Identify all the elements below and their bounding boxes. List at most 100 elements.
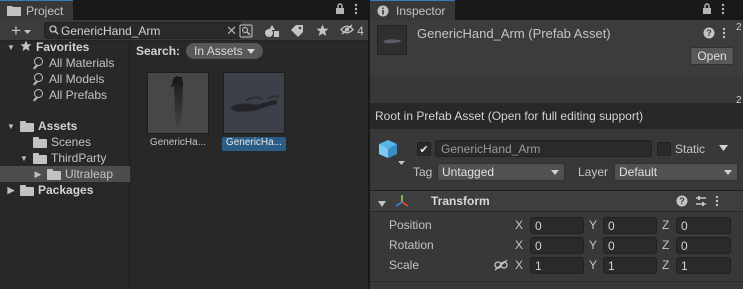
folder-icon — [33, 152, 47, 164]
gameobject-name-field[interactable]: GenericHand_Arm — [435, 140, 652, 157]
search-input[interactable]: GenericHand_Arm — [61, 24, 160, 38]
add-asset-button[interactable]: + — [4, 21, 38, 40]
tag-label: Tag — [413, 165, 433, 179]
tree-all-prefabs[interactable]: All Prefabs — [33, 87, 107, 103]
help-icon[interactable]: ? — [703, 27, 715, 42]
plus-icon: + — [11, 21, 21, 40]
tree-ultraleap-label: Ultraleap — [65, 167, 114, 181]
search-label: Search: — [136, 44, 181, 58]
tree-packages[interactable]: ▶ Packages — [6, 182, 94, 198]
y-axis-label: Y — [589, 258, 598, 272]
prefab-thumbnail — [377, 25, 407, 55]
open-prefab-button[interactable]: Open — [690, 47, 734, 65]
static-checkbox[interactable] — [657, 142, 671, 156]
kebab-menu-icon[interactable] — [715, 195, 719, 210]
project-folder-tree: ▼ Favorites All Materials All Models All… — [0, 39, 130, 289]
filter-by-label-button[interactable] — [287, 21, 307, 40]
tree-all-prefabs-label: All Prefabs — [49, 88, 108, 102]
search-icon — [33, 73, 45, 85]
collapsed-arrow-icon[interactable]: ▶ — [6, 185, 16, 196]
lock-icon[interactable] — [335, 3, 345, 18]
tree-assets-label: Assets — [38, 119, 78, 133]
gameobject-cube-icon[interactable] — [376, 138, 406, 171]
collapsed-arrow-icon[interactable]: ▶ — [33, 169, 43, 180]
tag-value: Untagged — [442, 165, 495, 179]
tree-all-materials[interactable]: All Materials — [33, 55, 114, 71]
inspector-title: GenericHand_Arm (Prefab Asset) — [417, 26, 611, 41]
lock-icon[interactable] — [702, 3, 712, 18]
folder-icon — [7, 5, 21, 16]
folder-icon — [20, 184, 34, 196]
asset-browser: Search: In Assets GenericHa... GenericHa… — [131, 41, 368, 289]
y-axis-label: Y — [589, 218, 598, 232]
search-scope-dropdown[interactable]: In Assets — [186, 43, 263, 59]
scale-row: Scale X 1 Y 1 Z 1 — [370, 256, 743, 276]
tree-scenes[interactable]: Scenes — [33, 134, 91, 150]
search-field[interactable]: GenericHand_Arm ✕ — [44, 22, 242, 39]
tree-scenes-label: Scenes — [51, 135, 92, 149]
layer-value: Default — [619, 165, 658, 179]
rotation-label: Rotation — [389, 238, 434, 252]
tab-inspector-label: Inspector — [396, 3, 446, 18]
search-icon — [49, 24, 59, 38]
transform-component-header[interactable]: Transform ? — [370, 190, 743, 212]
project-window: Project + GenericHand_Arm ✕ 4 ▼ Favorite… — [0, 0, 368, 289]
expanded-arrow-icon[interactable] — [378, 196, 386, 210]
star-icon[interactable] — [312, 21, 332, 40]
asset-thumbnail[interactable] — [147, 72, 209, 134]
rotation-y-field[interactable]: 0 — [603, 237, 657, 254]
tree-favorites[interactable]: ▼ Favorites — [6, 39, 89, 55]
svg-text:?: ? — [706, 28, 712, 38]
tab-inspector[interactable]: Inspector — [370, 0, 456, 20]
asset-tile[interactable]: GenericHa... — [146, 72, 210, 151]
presets-icon[interactable] — [695, 195, 707, 210]
active-checkbox[interactable]: ✔ — [417, 142, 431, 156]
hidden-packages-button[interactable]: 4 — [338, 21, 366, 40]
filter-by-type-button[interactable] — [262, 21, 282, 40]
y-axis-label: Y — [589, 238, 598, 252]
edge-label: 2 — [736, 95, 742, 106]
tree-thirdparty[interactable]: ▼ ThirdParty — [19, 150, 106, 166]
tree-ultraleap[interactable]: ▶ Ultraleap — [0, 166, 130, 182]
static-label: Static — [675, 142, 706, 156]
layer-dropdown[interactable]: Default — [614, 163, 738, 181]
scale-z-field[interactable]: 1 — [676, 257, 731, 274]
kebab-menu-icon[interactable] — [722, 27, 726, 42]
prefab-root-note: Root in Prefab Asset (Open for full edit… — [370, 103, 743, 129]
position-y-field[interactable]: 0 — [603, 217, 657, 234]
tree-assets[interactable]: ▼ Assets — [6, 118, 77, 134]
position-x-field[interactable]: 0 — [530, 217, 584, 234]
scale-x-field[interactable]: 1 — [530, 257, 584, 274]
project-toolbar: + GenericHand_Arm ✕ 4 — [0, 20, 368, 41]
kebab-menu-icon[interactable] — [354, 3, 358, 18]
help-icon[interactable]: ? — [676, 195, 688, 210]
tab-project[interactable]: Project — [0, 0, 74, 20]
component-divider — [370, 281, 743, 282]
info-icon — [377, 5, 391, 17]
scale-y-field[interactable]: 1 — [603, 257, 657, 274]
rotation-row: Rotation X 0 Y 0 Z 0 — [370, 236, 743, 256]
chevron-down-icon — [246, 48, 255, 54]
inspector-body: Root in Prefab Asset (Open for full edit… — [370, 75, 743, 289]
asset-tile-selected[interactable]: GenericHa... — [222, 72, 286, 151]
position-label: Position — [389, 218, 432, 232]
expanded-arrow-icon[interactable]: ▼ — [6, 122, 16, 131]
expanded-arrow-icon[interactable]: ▼ — [6, 43, 16, 52]
rotation-z-field[interactable]: 0 — [676, 237, 731, 254]
tree-all-models[interactable]: All Models — [33, 71, 104, 87]
kebab-menu-icon[interactable] — [721, 3, 725, 18]
expanded-arrow-icon[interactable]: ▼ — [19, 154, 29, 163]
constrain-proportions-icon[interactable] — [494, 259, 508, 274]
tree-favorites-label: Favorites — [36, 40, 90, 54]
static-dropdown-caret[interactable] — [719, 140, 728, 154]
tree-packages-label: Packages — [38, 183, 94, 197]
folder-icon — [47, 168, 61, 180]
rotation-x-field[interactable]: 0 — [530, 237, 584, 254]
layer-label: Layer — [578, 165, 609, 179]
tag-dropdown[interactable]: Untagged — [437, 163, 565, 181]
asset-thumbnail[interactable] — [223, 72, 285, 134]
search-by-type-button[interactable] — [236, 21, 256, 40]
position-z-field[interactable]: 0 — [676, 217, 731, 234]
folder-icon — [20, 120, 34, 132]
z-axis-label: Z — [662, 258, 670, 272]
